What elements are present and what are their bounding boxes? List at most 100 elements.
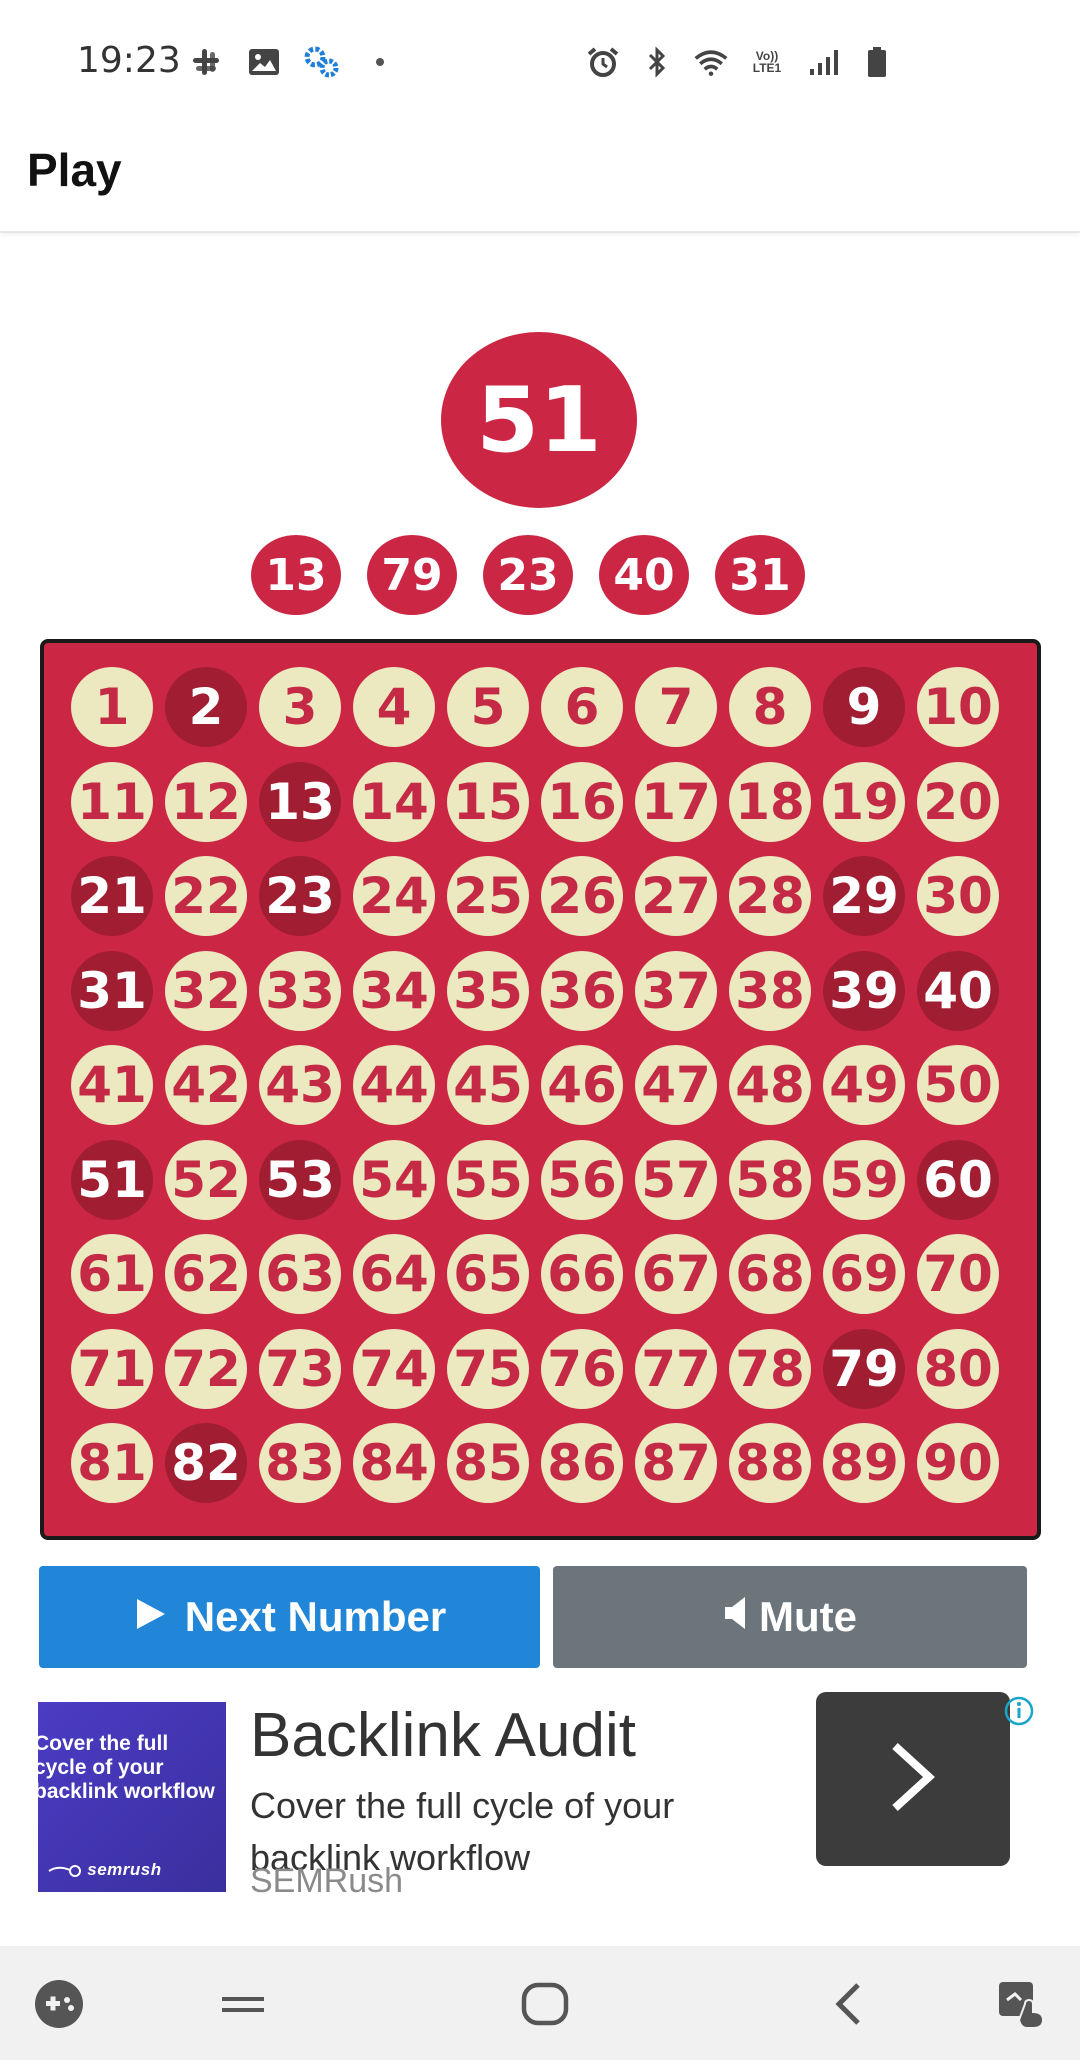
board-cell: 58 (729, 1139, 811, 1220)
board-cell: 25 (447, 856, 529, 936)
board-cell: 32 (165, 950, 247, 1031)
board-cell: 1 (71, 667, 153, 747)
board-cell: 66 (541, 1234, 623, 1314)
board-cell: 64 (353, 1234, 435, 1314)
board-cell: 62 (165, 1234, 247, 1314)
board-cell: 37 (635, 950, 717, 1031)
board-cell: 18 (729, 761, 811, 842)
recent-numbers: 13 79 23 40 31 (251, 535, 805, 615)
image-icon (246, 44, 282, 80)
ad-open-button[interactable] (816, 1692, 1010, 1866)
board-cell: 17 (635, 761, 717, 842)
screen-touch-icon[interactable] (995, 1976, 1051, 2032)
board-cell: 55 (447, 1139, 529, 1220)
board-cell: 81 (71, 1423, 153, 1503)
board-cell: 74 (353, 1328, 435, 1409)
board-cell: 70 (917, 1234, 999, 1314)
board-cell-called: 39 (823, 950, 905, 1031)
recent-number-ball: 13 (251, 535, 341, 615)
board-cell: 84 (353, 1423, 435, 1503)
board-cell: 5 (447, 667, 529, 747)
signal-icon (805, 44, 841, 80)
board-cell: 3 (259, 667, 341, 747)
board-cell: 46 (541, 1045, 623, 1125)
board-cell: 44 (353, 1045, 435, 1125)
board-cell: 43 (259, 1045, 341, 1125)
board-cell: 35 (447, 950, 529, 1031)
back-icon[interactable] (820, 1976, 876, 2032)
board-cell: 47 (635, 1045, 717, 1125)
home-icon[interactable] (517, 1976, 573, 2032)
board-cell: 11 (71, 761, 153, 842)
battery-icon (859, 44, 895, 80)
app-bar: Play (0, 125, 1080, 233)
board-cell: 61 (71, 1234, 153, 1314)
system-nav-bar (0, 1946, 1080, 2060)
current-number-ball: 51 (441, 332, 637, 508)
board-cell: 26 (541, 856, 623, 936)
board-cell: 83 (259, 1423, 341, 1503)
page-title: Play (27, 144, 122, 196)
alarm-icon (585, 44, 621, 80)
ad-image[interactable]: Cover the full cycle of your backlink wo… (38, 1702, 226, 1892)
board-cell: 10 (917, 667, 999, 747)
ad-info-icon[interactable] (1004, 1696, 1034, 1726)
board-cell: 48 (729, 1045, 811, 1125)
board-cell: 90 (917, 1423, 999, 1503)
board-cell: 69 (823, 1234, 905, 1314)
board-cell: 54 (353, 1139, 435, 1220)
ad-advertiser: SEMRush (250, 1862, 404, 1900)
play-icon (133, 1593, 167, 1641)
wifi-icon (693, 44, 729, 80)
recent-number-ball: 31 (715, 535, 805, 615)
status-system-icons: Vo)) LTE1 (585, 44, 895, 80)
board-cell: 7 (635, 667, 717, 747)
ad-headline[interactable]: Backlink Audit (250, 1700, 636, 1771)
board-cell: 72 (165, 1328, 247, 1409)
board-cell: 76 (541, 1328, 623, 1409)
ad-image-text: Cover the full cycle of your backlink wo… (38, 1732, 215, 1803)
recent-number-ball: 40 (599, 535, 689, 615)
board-cell: 24 (353, 856, 435, 936)
speaker-icon (723, 1593, 751, 1641)
board-cell: 4 (353, 667, 435, 747)
ad-banner[interactable]: Cover the full cycle of your backlink wo… (38, 1692, 1050, 1910)
board-cell: 22 (165, 856, 247, 936)
board-cell: 42 (165, 1045, 247, 1125)
recent-number-ball: 23 (483, 535, 573, 615)
board-cell: 68 (729, 1234, 811, 1314)
board-cell-called: 51 (71, 1139, 153, 1220)
board-cell: 75 (447, 1328, 529, 1409)
board-cell: 63 (259, 1234, 341, 1314)
board-cell-called: 29 (823, 856, 905, 936)
board-cell: 28 (729, 856, 811, 936)
board-cell: 67 (635, 1234, 717, 1314)
board-cell: 12 (165, 761, 247, 842)
board-cell: 86 (541, 1423, 623, 1503)
board-cell-called: 23 (259, 856, 341, 936)
board-cell: 88 (729, 1423, 811, 1503)
recent-apps-icon[interactable] (215, 1976, 271, 2032)
board-cell: 78 (729, 1328, 811, 1409)
board-cell: 34 (353, 950, 435, 1031)
board-cell-called: 82 (165, 1423, 247, 1503)
board-cell: 19 (823, 761, 905, 842)
board-cell: 8 (729, 667, 811, 747)
dot-icon (362, 44, 398, 80)
status-time: 19:23 (77, 40, 181, 81)
board-cell: 38 (729, 950, 811, 1031)
board-cell: 36 (541, 950, 623, 1031)
mute-button[interactable]: Mute (553, 1566, 1027, 1668)
board-cell: 71 (71, 1328, 153, 1409)
board-cell: 6 (541, 667, 623, 747)
board-cell-called: 13 (259, 761, 341, 842)
game-launcher-icon[interactable] (31, 1976, 87, 2032)
board-cell-called: 60 (917, 1139, 999, 1220)
next-number-button[interactable]: Next Number (39, 1566, 540, 1668)
board-cell: 41 (71, 1045, 153, 1125)
semrush-logo-text: semrush (87, 1860, 162, 1879)
semrush-logo: semrush (48, 1860, 162, 1880)
settings-gear-icon (304, 44, 340, 80)
board-cell-called: 31 (71, 950, 153, 1031)
board-cell: 50 (917, 1045, 999, 1125)
